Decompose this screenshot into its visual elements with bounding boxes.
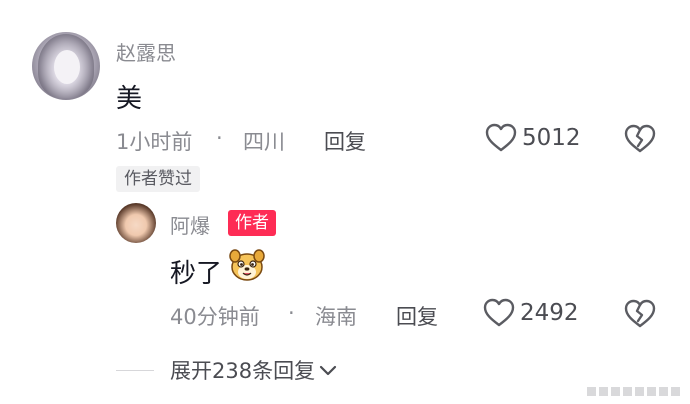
reply-text: 秒了 bbox=[170, 259, 223, 289]
replier-username[interactable]: 阿爆 bbox=[170, 210, 210, 239]
commenter-username[interactable]: 赵露思 bbox=[116, 37, 176, 66]
comment-time: 1小时前 bbox=[116, 130, 193, 154]
reply-button[interactable]: 回复 bbox=[396, 301, 438, 331]
dislike-icon[interactable] bbox=[624, 299, 656, 329]
like-count: 5012 bbox=[522, 125, 581, 151]
replier-avatar[interactable] bbox=[116, 203, 156, 243]
expand-replies-button[interactable]: 展开238条回复 bbox=[170, 355, 337, 385]
comment-text: 美 bbox=[116, 84, 143, 114]
author-liked-badge: 作者赞过 bbox=[116, 166, 200, 192]
watermark bbox=[587, 387, 680, 396]
reply-time: 40分钟前 bbox=[170, 305, 260, 329]
commenter-avatar[interactable] bbox=[32, 32, 100, 100]
meta-separator-dot: · bbox=[216, 126, 223, 150]
reply-location: 海南 bbox=[315, 305, 357, 329]
comment-location: 四川 bbox=[243, 130, 285, 154]
reply-button[interactable]: 回复 bbox=[324, 126, 366, 156]
meta-separator-dot: · bbox=[288, 301, 295, 325]
divider-line bbox=[116, 370, 154, 371]
dog-sticker-emoji bbox=[228, 248, 266, 284]
author-tag-badge: 作者 bbox=[228, 210, 276, 236]
chevron-down-icon bbox=[319, 358, 337, 382]
like-count: 2492 bbox=[520, 300, 579, 326]
dislike-icon[interactable] bbox=[624, 124, 656, 154]
heart-icon[interactable] bbox=[485, 123, 517, 153]
heart-icon[interactable] bbox=[483, 298, 515, 328]
expand-replies-label: 展开238条回复 bbox=[170, 359, 316, 383]
